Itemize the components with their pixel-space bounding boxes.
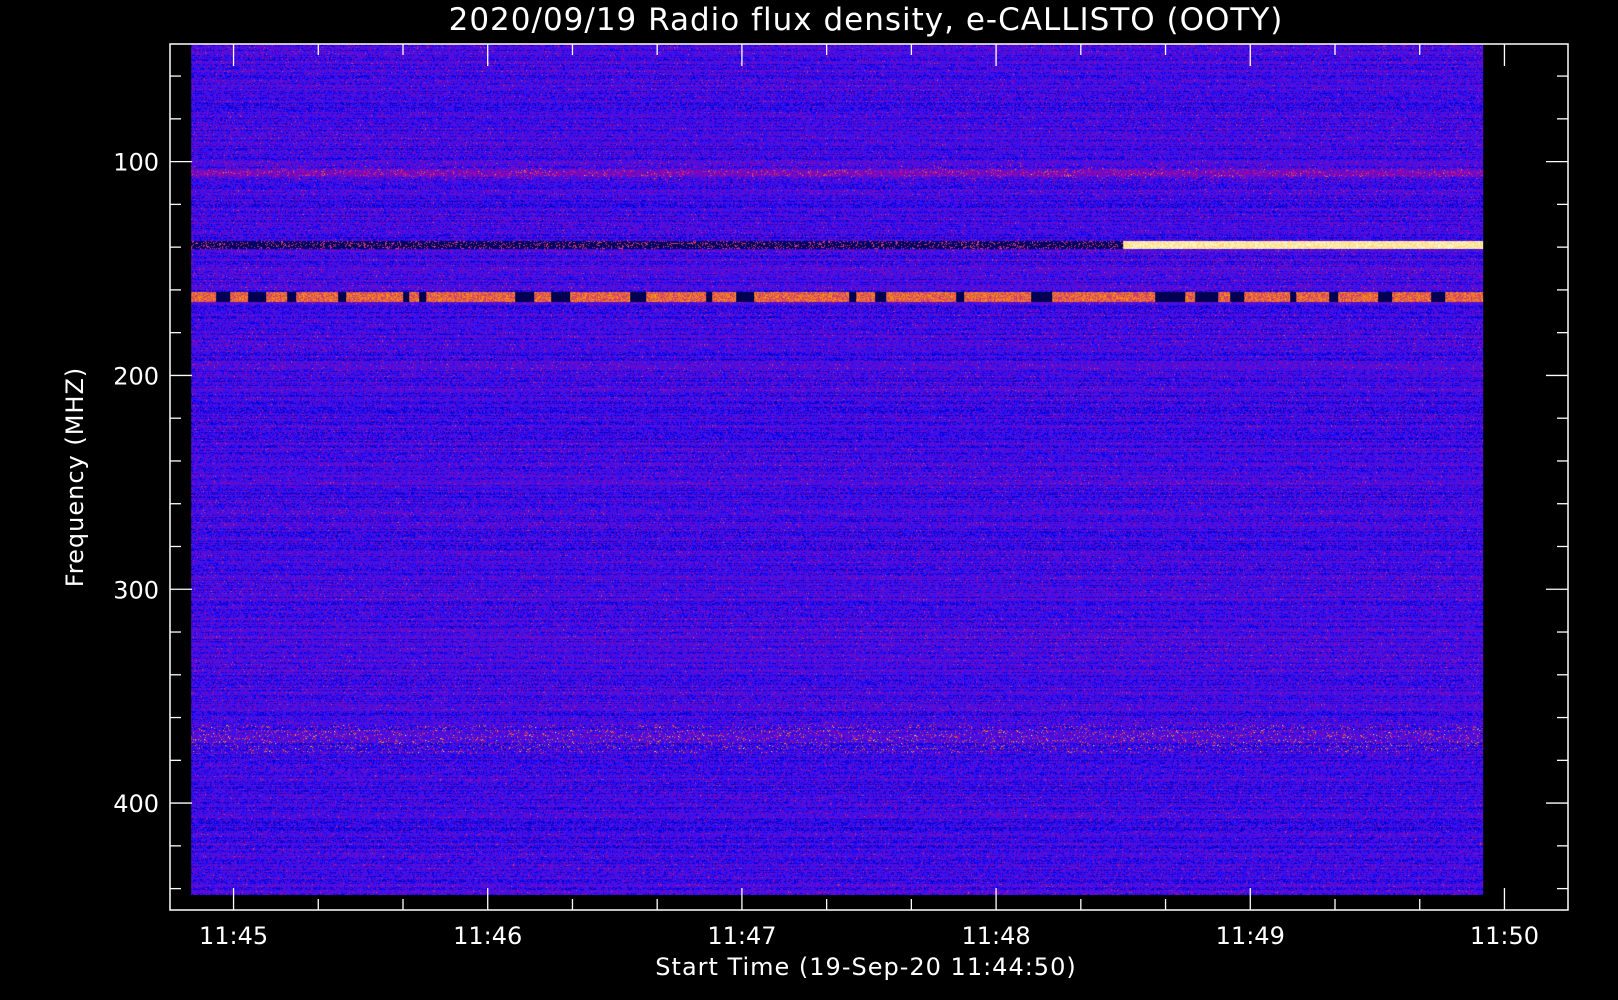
y-tick-label: 200 [113,362,159,390]
spectrogram-chart: 2020/09/19 Radio flux density, e-CALLIST… [0,0,1618,1000]
x-tick-label: 11:45 [199,922,268,950]
y-axis-label: Frequency (MHZ) [61,367,89,588]
y-tick-label: 400 [113,790,159,818]
heatmap [191,44,1484,895]
x-tick-label: 11:50 [1470,922,1539,950]
x-tick-label: 11:49 [1216,922,1285,950]
x-tick-label: 11:48 [962,922,1031,950]
x-tick-label: 11:47 [707,922,776,950]
y-tick-label: 100 [113,149,159,177]
chart-title: 2020/09/19 Radio flux density, e-CALLIST… [449,2,1284,38]
x-axis-label: Start Time (19-Sep-20 11:44:50) [655,953,1076,981]
x-tick-label: 11:46 [453,922,522,950]
heatmap-image [191,44,1484,895]
y-tick-label: 300 [113,576,159,604]
